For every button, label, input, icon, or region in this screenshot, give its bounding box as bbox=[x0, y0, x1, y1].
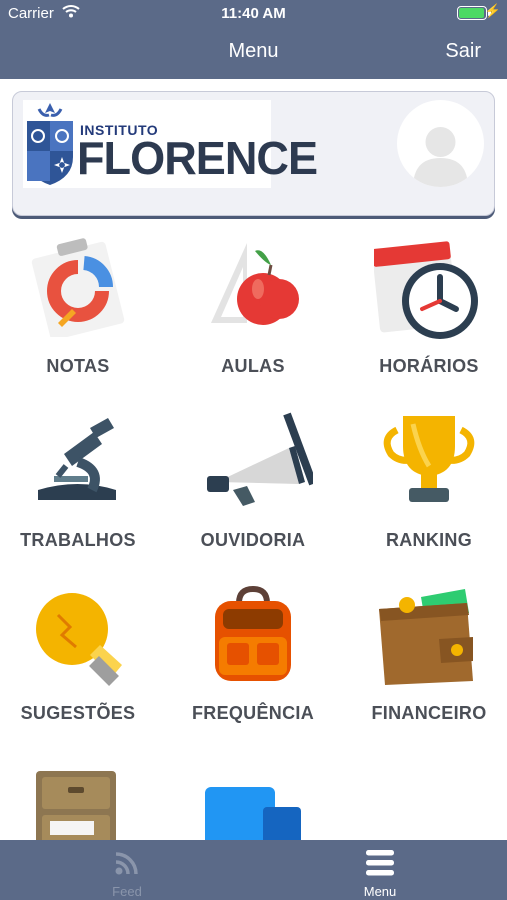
microscope-icon bbox=[38, 418, 116, 500]
apple-ruler-icon bbox=[211, 243, 299, 325]
institution-logo: INSTITUTO FLORENCE bbox=[23, 100, 318, 188]
menu-item-notas[interactable]: NOTAS bbox=[0, 237, 163, 412]
calendar-clock-icon bbox=[374, 241, 478, 339]
wallet-icon bbox=[379, 589, 473, 685]
app-screen: Carrier 11:40 AM ⚡ Menu Sair INSTITUTO F… bbox=[0, 0, 507, 900]
menu-item-label: HORÁRIOS bbox=[379, 356, 479, 376]
user-silhouette-icon bbox=[413, 127, 468, 187]
profile-card: INSTITUTO FLORENCE bbox=[12, 91, 495, 216]
menu-item-label: RANKING bbox=[385, 530, 473, 550]
menu-item-label: FREQUÊNCIA bbox=[191, 703, 314, 723]
charging-icon: ⚡ bbox=[484, 3, 501, 18]
menu-item-label: AULAS bbox=[221, 356, 285, 376]
battery-icon bbox=[457, 6, 491, 20]
avatar[interactable] bbox=[397, 100, 484, 187]
menu-item-ouvidoria[interactable]: OUVIDORIA bbox=[168, 410, 338, 585]
menu-item-ranking[interactable]: RANKING bbox=[344, 410, 507, 585]
megaphone-icon bbox=[207, 412, 313, 506]
status-time: 11:40 AM bbox=[221, 5, 286, 22]
menu-item-sugestoes[interactable]: SUGESTÕES bbox=[0, 585, 163, 760]
page-title: Menu bbox=[228, 40, 279, 62]
battery-level bbox=[459, 8, 484, 18]
rss-feed-icon bbox=[115, 852, 138, 875]
hamburger-menu-icon bbox=[366, 850, 394, 876]
blue-folder-icon bbox=[205, 787, 301, 840]
grades-clipboard-icon bbox=[31, 238, 125, 337]
file-cabinet-icon bbox=[36, 771, 116, 840]
tab-feed[interactable]: Feed bbox=[0, 840, 254, 900]
menu-item-frequencia[interactable]: FREQUÊNCIA bbox=[168, 585, 338, 760]
menu-item-financeiro[interactable]: FINANCEIRO bbox=[344, 585, 507, 760]
menu-item-label: SUGESTÕES bbox=[20, 703, 136, 723]
menu-item-label: OUVIDORIA bbox=[200, 530, 306, 550]
menu-item-label: NOTAS bbox=[46, 356, 110, 376]
lightbulb-icon bbox=[36, 593, 122, 686]
tab-bar: Feed Menu bbox=[0, 840, 507, 900]
backpack-icon bbox=[215, 585, 291, 681]
menu-item-trabalhos[interactable]: TRABALHOS bbox=[0, 410, 163, 585]
tab-menu[interactable]: Menu bbox=[253, 840, 507, 900]
menu-item-documentos[interactable] bbox=[168, 783, 338, 840]
trophy-icon bbox=[383, 416, 475, 502]
menu-item-arquivo[interactable] bbox=[0, 765, 163, 840]
tab-label: Feed bbox=[112, 884, 142, 899]
crest-icon bbox=[27, 103, 73, 185]
menu-item-label: TRABALHOS bbox=[20, 530, 136, 550]
menu-item-horarios[interactable]: HORÁRIOS bbox=[344, 237, 507, 412]
logout-button[interactable]: Sair bbox=[445, 40, 481, 63]
tab-label: Menu bbox=[363, 884, 397, 899]
menu-item-label: FINANCEIRO bbox=[371, 703, 487, 723]
top-bar: Carrier 11:40 AM ⚡ Menu Sair bbox=[0, 0, 507, 79]
status-bar: Carrier 11:40 AM ⚡ bbox=[0, 0, 507, 28]
menu-item-aulas[interactable]: AULAS bbox=[168, 237, 338, 412]
logo-title: FLORENCE bbox=[77, 132, 318, 184]
